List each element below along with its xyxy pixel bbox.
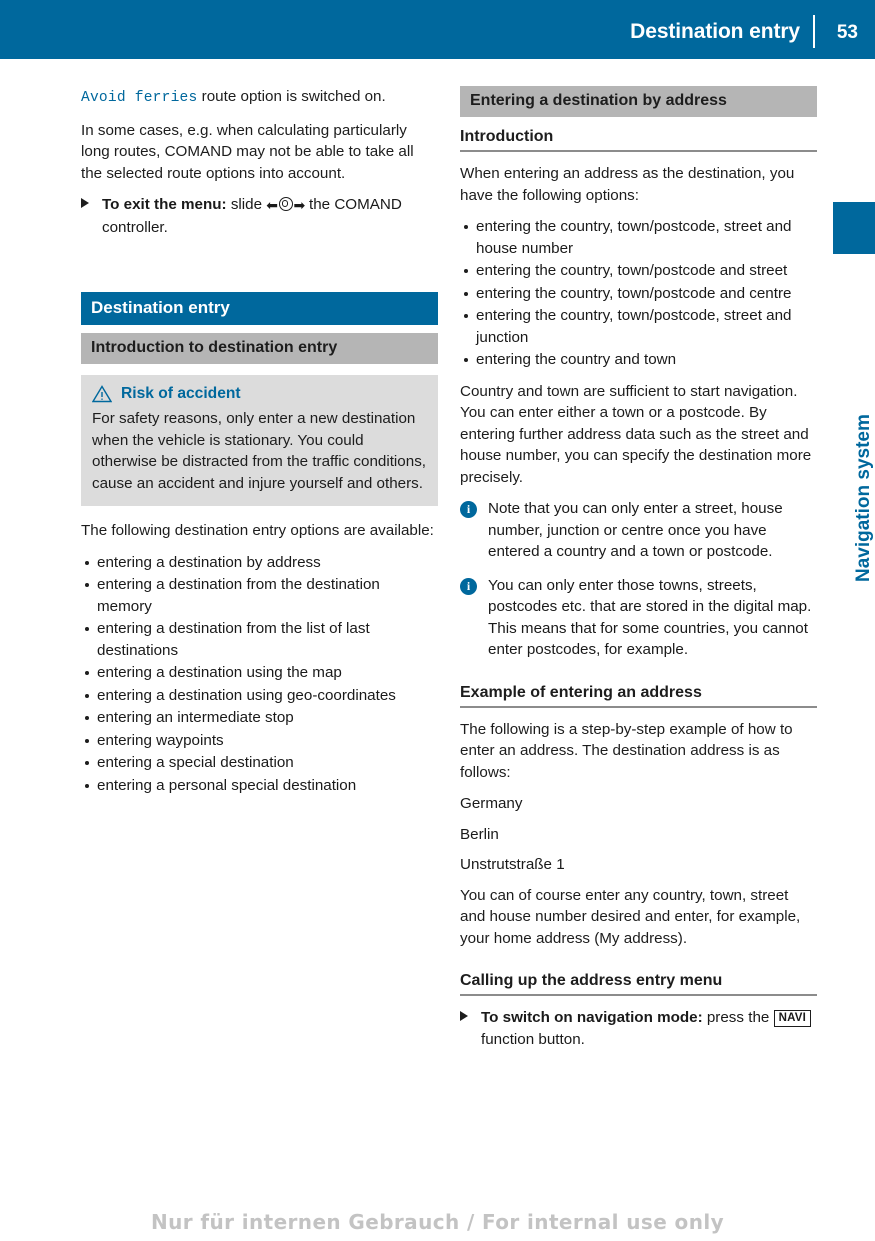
example-address-line-street: Unstrutstraße 1 xyxy=(460,856,565,873)
info-note-1-text: Note that you can only enter a street, h… xyxy=(488,500,783,560)
right-column: Entering a destination by address Introd… xyxy=(460,86,817,1060)
avoid-ferries-code: Avoid ferries xyxy=(81,90,198,106)
side-tab-label-navigation-system: Navigation system xyxy=(853,414,874,582)
page-title: Destination entry xyxy=(630,20,800,43)
options-lead-paragraph: The following destination entry options … xyxy=(81,522,434,539)
step-to-exit-the-menu: To exit the menu: slide ⬅ ➡ the COMAND co… xyxy=(81,194,438,238)
list-item: entering the country, town/postcode, str… xyxy=(460,216,817,259)
header-divider xyxy=(813,15,815,48)
list-item: entering a personal special destination xyxy=(81,775,438,797)
warning-box-risk-of-accident: Risk of accident For safety reasons, onl… xyxy=(81,375,438,506)
warning-triangle-icon xyxy=(92,385,112,403)
avoid-ferries-rest: route option is switched on. xyxy=(197,88,386,105)
step-arrow-icon xyxy=(81,198,89,208)
info-note-1: i Note that you can only enter a street,… xyxy=(460,498,817,563)
chapter-banner-destination-entry: Destination entry xyxy=(81,292,438,325)
comand-controller-slide-icon: ⬅ ➡ xyxy=(266,197,305,213)
warning-body-text: For safety reasons, only enter a new des… xyxy=(92,410,427,492)
example-address-line-town: Berlin xyxy=(460,825,499,843)
avoid-ferries-paragraph: Avoid ferries route option is switched o… xyxy=(81,86,438,110)
list-item: entering an intermediate stop xyxy=(81,707,438,729)
side-tab-marker xyxy=(833,202,875,254)
step-to-switch-on-navigation-mode: To switch on navigation mode: press the … xyxy=(460,1007,817,1050)
info-icon: i xyxy=(460,501,477,518)
warning-title-label: Risk of accident xyxy=(121,385,241,402)
navi-function-button[interactable]: NAVI xyxy=(773,1010,811,1027)
list-item: entering waypoints xyxy=(81,730,438,752)
section-banner-introduction-to-destination-entry: Introduction to destination entry xyxy=(81,333,438,364)
list-item: entering a destination from the destinat… xyxy=(81,574,438,617)
sub-heading-example-of-entering-an-address: Example of entering an address xyxy=(460,684,817,708)
navi-step-lead-label: To switch on navigation mode: xyxy=(481,1009,703,1026)
list-item: entering the country, town/postcode, str… xyxy=(460,305,817,348)
intro-lead-paragraph: When entering an address as the destinat… xyxy=(460,165,795,204)
navi-step-middle-text: press the xyxy=(702,1009,774,1026)
destination-entry-options-list: entering a destination by address enteri… xyxy=(81,552,438,797)
step-middle-text: slide xyxy=(226,196,267,213)
list-item: entering the country, town/postcode and … xyxy=(460,260,817,282)
step-lead-label: To exit the menu: xyxy=(102,196,227,213)
list-item: entering a special destination xyxy=(81,752,438,774)
list-item: entering a destination using geo-coordin… xyxy=(81,685,438,707)
left-column: Avoid ferries route option is switched o… xyxy=(81,86,438,806)
address-options-list: entering the country, town/postcode, str… xyxy=(460,216,817,371)
sub-heading-introduction: Introduction xyxy=(460,128,817,152)
example-lead-paragraph: The following is a step-by-step example … xyxy=(460,720,793,781)
sub-heading-calling-up-the-address-entry-menu: Calling up the address entry menu xyxy=(460,972,817,996)
info-note-2-text: You can only enter those towns, streets,… xyxy=(488,576,812,659)
list-item: entering the country, town/postcode and … xyxy=(460,283,817,305)
section-banner-entering-a-destination-by-address: Entering a destination by address xyxy=(460,86,817,117)
warning-title-row: Risk of accident xyxy=(92,385,427,403)
page-number: 53 xyxy=(836,22,858,43)
footer-watermark: Nur für internen Gebrauch / For internal… xyxy=(150,1210,725,1234)
example-tail-paragraph: You can of course enter any country, tow… xyxy=(460,886,801,947)
navi-step-tail-text: function button. xyxy=(481,1030,585,1048)
step-arrow-icon xyxy=(460,1011,468,1021)
info-note-2: i You can only enter those towns, street… xyxy=(460,575,817,661)
list-item: entering a destination from the list of … xyxy=(81,618,438,661)
example-address-line-country: Germany xyxy=(460,795,523,812)
list-item: entering a destination by address xyxy=(81,552,438,574)
list-item: entering a destination using the map xyxy=(81,662,438,684)
info-icon: i xyxy=(460,577,477,595)
route-options-paragraph: In some cases, e.g. when calculating par… xyxy=(81,121,414,182)
list-item: entering the country and town xyxy=(460,349,817,371)
country-town-paragraph: Country and town are sufficient to start… xyxy=(460,382,812,486)
